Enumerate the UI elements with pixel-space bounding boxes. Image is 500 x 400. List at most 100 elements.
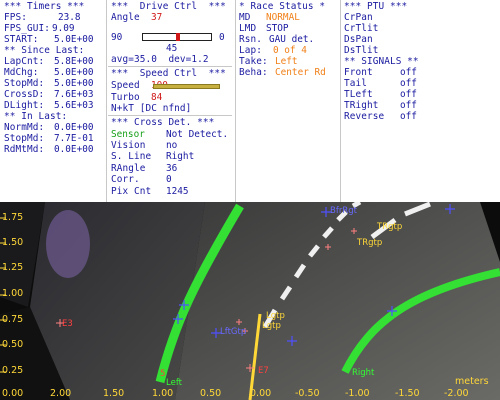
tgt-right-label: TRgtp bbox=[377, 222, 403, 232]
signal-reverse-value: off bbox=[400, 111, 417, 122]
signal-tleft-value: off bbox=[400, 89, 417, 100]
ptu-item: DsTlit bbox=[344, 45, 379, 56]
race-status-header: * Race Status * bbox=[239, 1, 326, 12]
ptu-item: CrPan bbox=[344, 12, 373, 23]
rangle-value: 36 bbox=[166, 163, 178, 174]
stopmd2-label: StopMd: bbox=[4, 133, 45, 144]
slider-min-label: 90 bbox=[111, 32, 123, 43]
corr-label: Corr. bbox=[111, 174, 140, 185]
normmd-label: NormMd: bbox=[4, 122, 45, 133]
lmd-value: STOP bbox=[266, 23, 289, 34]
lapcnt-label: LapCnt: bbox=[4, 56, 45, 67]
angle-slider[interactable] bbox=[142, 33, 212, 41]
pixcnt-label: Pix Cnt bbox=[111, 186, 152, 197]
x-tick-label: 0.00 bbox=[250, 388, 272, 399]
take-value: Left bbox=[275, 56, 298, 67]
in-last-header: ** In Last: bbox=[4, 111, 68, 122]
ptu-item: DsPan bbox=[344, 34, 373, 45]
crossd-value: 7.6E+03 bbox=[54, 89, 94, 100]
cross-det-header: *** Cross Det. *** bbox=[111, 117, 215, 128]
y-tick-label: 1.25 bbox=[2, 262, 24, 273]
tgt-right-label: TRgtp bbox=[357, 238, 383, 248]
dlight-label: DLight: bbox=[4, 100, 45, 111]
signal-tail-value: off bbox=[400, 78, 417, 89]
sline-value: Right bbox=[166, 151, 195, 162]
vision-label: Vision bbox=[111, 140, 146, 151]
drive-header: *** Drive Ctrl *** bbox=[111, 1, 226, 12]
sensor-label: Sensor bbox=[111, 129, 145, 140]
corr-value: 0 bbox=[166, 174, 172, 185]
signal-reverse-label: Reverse bbox=[344, 111, 385, 122]
drive-section: *** Drive Ctrl *** Angle 37 90 0 45 avg=… bbox=[106, 0, 234, 202]
marker-e3-label: E3 bbox=[62, 319, 73, 329]
signal-tright-label: TRight bbox=[344, 100, 379, 111]
rdmtmd-label: RdMtMd: bbox=[4, 144, 45, 155]
camera-overlay bbox=[0, 202, 500, 400]
x-tick-label: 1.50 bbox=[103, 388, 125, 399]
light-glare bbox=[46, 210, 90, 278]
signal-tail-label: Tail bbox=[344, 78, 367, 89]
divider bbox=[108, 66, 232, 67]
lap-label: Lap: bbox=[239, 45, 262, 56]
buffer-right-label: BfrRgt bbox=[330, 206, 357, 216]
lap-value: 0 of 4 bbox=[273, 45, 307, 56]
timers-header: *** Timers *** bbox=[4, 1, 85, 12]
signal-tleft-label: TLeft bbox=[344, 89, 373, 100]
y-tick-label: 0.75 bbox=[2, 314, 24, 325]
since-last-header: ** Since Last: bbox=[4, 45, 85, 56]
x-tick-label: -1.50 bbox=[395, 388, 420, 399]
fps-label: FPS: bbox=[4, 12, 27, 23]
left-line-number: 5 bbox=[160, 369, 166, 379]
x-tick-label: 0.00 bbox=[2, 388, 24, 399]
unit-label: meters bbox=[455, 376, 489, 387]
tgt-left-label: Lgtp bbox=[266, 311, 285, 321]
slider-max-label: 0 bbox=[219, 32, 225, 43]
rangle-label: RAngle bbox=[111, 163, 146, 174]
left-line-label: Left bbox=[166, 378, 182, 388]
divider bbox=[108, 115, 232, 116]
signal-tright-value: off bbox=[400, 100, 417, 111]
vision-value: no bbox=[166, 140, 178, 151]
y-tick-label: 0.25 bbox=[2, 365, 24, 376]
left-gap-label: LftGtp bbox=[220, 327, 247, 337]
y-tick-label: 1.75 bbox=[2, 212, 24, 223]
fpsgui-label: FPS_GUI: bbox=[4, 23, 50, 34]
lmd-label: LMD bbox=[239, 23, 257, 34]
y-tick-label: 1.50 bbox=[2, 237, 24, 248]
status-panel: *** Timers *** FPS: 23.8 FPS_GUI: 9.09 S… bbox=[0, 0, 500, 202]
camera-view[interactable]: 1.75 1.50 1.25 1.00 0.75 0.50 0.25 0.00 … bbox=[0, 202, 500, 400]
angle-label: Angle bbox=[111, 12, 140, 23]
tgt-left-label: Lgtp bbox=[262, 321, 281, 331]
mdchg-value: 5.0E+00 bbox=[54, 67, 94, 78]
dlight-value: 5.6E+03 bbox=[54, 100, 94, 111]
slider-value-label: 45 bbox=[166, 43, 178, 54]
ptu-item: CrTlit bbox=[344, 23, 379, 34]
turbo-value: 84 bbox=[151, 92, 163, 103]
signal-front-value: off bbox=[400, 67, 417, 78]
speed-bar bbox=[153, 84, 220, 89]
sline-label: S. Line bbox=[111, 151, 152, 162]
signals-header: ** SIGNALS ** bbox=[344, 56, 419, 67]
slider-knob[interactable] bbox=[176, 33, 180, 41]
x-tick-label: 2.00 bbox=[50, 388, 72, 399]
start-label: START: bbox=[4, 34, 39, 45]
pixcnt-value: 1245 bbox=[166, 186, 189, 197]
beha-label: Beha: bbox=[239, 67, 268, 78]
crossd-label: CrossD: bbox=[4, 89, 45, 100]
y-tick-label: 0.50 bbox=[2, 339, 24, 350]
ptu-section: *** PTU *** CrPan CrTlit DsPan DsTlit **… bbox=[340, 0, 500, 202]
fpsgui-value: 9.09 bbox=[52, 23, 75, 34]
normmd-value: 0.0E+00 bbox=[54, 122, 94, 133]
x-tick-label: -0.50 bbox=[295, 388, 320, 399]
sensor-value: Not Detect. bbox=[166, 129, 229, 140]
beha-value: Center Rd bbox=[275, 67, 326, 78]
md-value: NORMAL bbox=[266, 12, 300, 23]
rsn-label: Rsn. bbox=[239, 34, 262, 45]
stopmd2-value: 7.7E-01 bbox=[54, 133, 94, 144]
timers-section: *** Timers *** FPS: 23.8 FPS_GUI: 9.09 S… bbox=[0, 0, 105, 202]
y-tick-label: 1.00 bbox=[2, 288, 24, 299]
md-label: MD bbox=[239, 12, 251, 23]
rsn-value: GAU det. bbox=[269, 34, 315, 45]
mdchg-label: MdChg: bbox=[4, 67, 39, 78]
angle-value: 37 bbox=[151, 12, 163, 23]
